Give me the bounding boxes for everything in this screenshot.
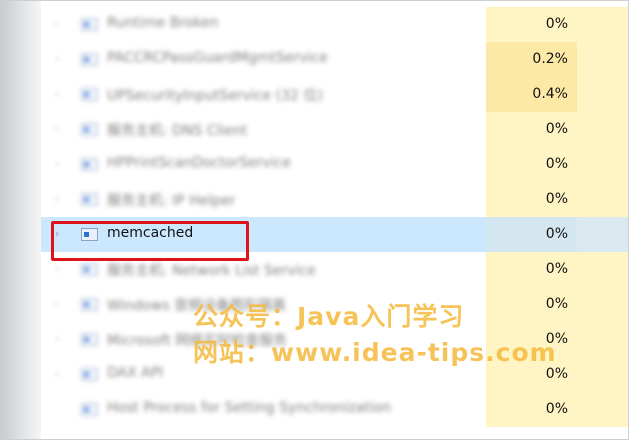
table-row[interactable]: › PACCRCPassGuardMgmtService 0.2% bbox=[41, 42, 628, 77]
chevron-right-icon[interactable]: › bbox=[55, 52, 65, 66]
service-icon bbox=[81, 193, 98, 206]
chevron-right-icon[interactable]: › bbox=[55, 367, 65, 381]
table-row[interactable]: › Runtime Broken 0% bbox=[41, 7, 628, 42]
process-name: Host Process for Setting Synchronization bbox=[107, 400, 392, 416]
cpu-cell: 0% bbox=[486, 217, 577, 252]
table-row[interactable]: › UPSecurityInputService (32 位) 0.4% bbox=[41, 77, 628, 112]
process-name: 服务主机: Network List Service bbox=[107, 263, 316, 279]
process-name: HPPrintScanDoctorService bbox=[107, 155, 291, 171]
chevron-right-icon[interactable]: › bbox=[55, 17, 65, 31]
chevron-right-icon[interactable]: › bbox=[55, 157, 65, 171]
chevron-right-icon[interactable]: › bbox=[55, 297, 65, 311]
memory-cell bbox=[577, 357, 628, 392]
table-row[interactable]: › 服务主机: IP Helper 0% bbox=[41, 182, 628, 217]
service-icon bbox=[81, 263, 98, 276]
cpu-cell: 0% bbox=[486, 392, 577, 427]
memory-cell bbox=[577, 182, 628, 217]
watermark-line1: 公众号：Java入门学习 bbox=[193, 302, 465, 331]
process-name: 服务主机: DNS Client bbox=[107, 123, 248, 139]
memory-cell bbox=[577, 147, 628, 182]
service-icon bbox=[81, 158, 98, 171]
left-sidebar-strip bbox=[1, 1, 41, 439]
memory-cell bbox=[577, 287, 628, 322]
cpu-cell: 0% bbox=[486, 287, 577, 322]
process-name: Runtime Broken bbox=[107, 15, 219, 31]
process-name: 服务主机: IP Helper bbox=[107, 193, 236, 209]
cpu-cell: 0.2% bbox=[486, 42, 577, 77]
chevron-right-icon[interactable]: › bbox=[55, 332, 65, 346]
service-icon bbox=[81, 53, 98, 66]
table-row[interactable]: › 服务主机: DNS Client 0% bbox=[41, 112, 628, 147]
cpu-cell: 0% bbox=[486, 182, 577, 217]
memory-cell bbox=[577, 42, 628, 77]
service-icon bbox=[81, 88, 98, 101]
service-icon bbox=[81, 403, 98, 416]
process-name: UPSecurityInputService (32 位) bbox=[107, 88, 323, 104]
chevron-right-icon[interactable]: › bbox=[55, 122, 65, 136]
process-name: DAX API bbox=[107, 365, 164, 381]
chevron-right-icon[interactable]: › bbox=[55, 262, 65, 276]
highlight-box bbox=[51, 221, 249, 261]
memory-cell bbox=[577, 322, 628, 357]
process-name: PACCRCPassGuardMgmtService bbox=[107, 50, 328, 66]
cpu-cell: 0% bbox=[486, 252, 577, 287]
memory-cell bbox=[577, 392, 628, 427]
memory-cell bbox=[577, 112, 628, 147]
cpu-cell: 0.4% bbox=[486, 77, 577, 112]
service-icon bbox=[81, 123, 98, 136]
memory-cell bbox=[577, 217, 628, 252]
service-icon bbox=[81, 368, 98, 381]
table-row[interactable]: Host Process for Setting Synchronization… bbox=[41, 392, 628, 427]
service-icon bbox=[81, 333, 98, 346]
memory-cell bbox=[577, 7, 628, 42]
memory-cell bbox=[577, 77, 628, 112]
task-manager-process-list: › Runtime Broken 0% › PACCRCPassGuardMgm… bbox=[0, 0, 629, 440]
cpu-cell: 0% bbox=[486, 7, 577, 42]
service-icon bbox=[81, 18, 98, 31]
memory-cell bbox=[577, 252, 628, 287]
chevron-right-icon[interactable]: › bbox=[55, 192, 65, 206]
watermark-line2: 网站：www.idea-tips.com bbox=[193, 338, 557, 367]
cpu-cell: 0% bbox=[486, 112, 577, 147]
chevron-right-icon[interactable]: › bbox=[55, 87, 65, 101]
cpu-cell: 0% bbox=[486, 147, 577, 182]
table-row[interactable]: › HPPrintScanDoctorService 0% bbox=[41, 147, 628, 182]
service-icon bbox=[81, 298, 98, 311]
